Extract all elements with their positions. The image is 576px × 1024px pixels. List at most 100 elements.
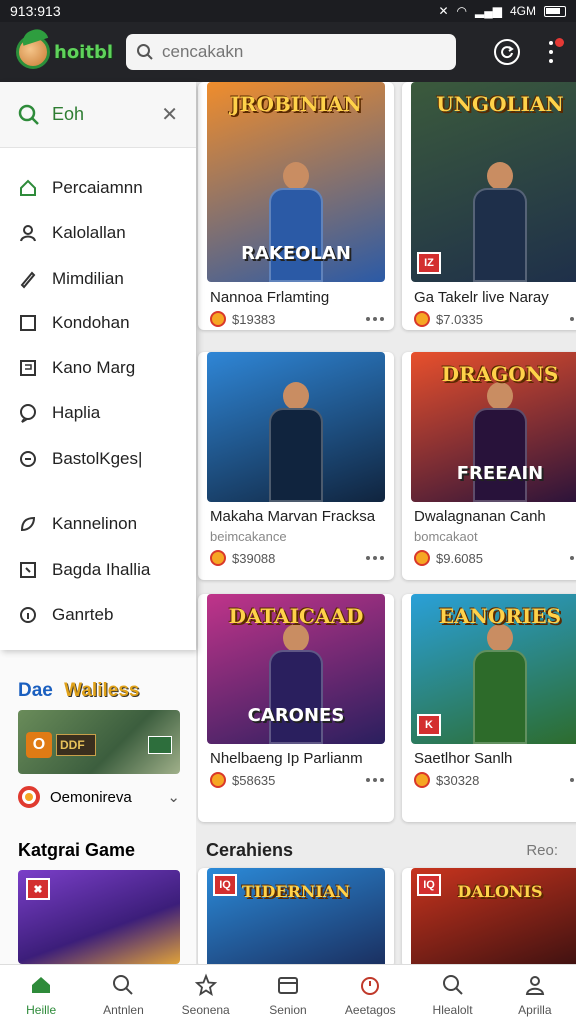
drawer-title: Eoh — [52, 104, 85, 124]
coin-icon — [414, 550, 430, 566]
game-card[interactable]: DATAICAAD CARONES Nhelbaeng Ip Parlianm $58… — [198, 594, 394, 822]
more-options-button[interactable] — [570, 778, 576, 782]
game-price: $9.6085 — [436, 550, 483, 566]
search-bar[interactable] — [126, 34, 456, 70]
more-options-button[interactable] — [366, 556, 388, 560]
logo-text: hoitbl — [54, 41, 114, 63]
battery-icon — [544, 5, 566, 17]
drawer-item[interactable]: Kalolallan — [18, 219, 126, 247]
category-badge-icon: ✖ — [26, 878, 50, 900]
overflow-menu-button[interactable] — [546, 38, 564, 63]
nav-item[interactable]: Senion — [247, 965, 329, 1024]
game-title[interactable]: Nhelbaeng Ip Parlianm — [210, 750, 388, 767]
game-cover-art: TIDERNIAN IQ — [207, 868, 385, 964]
nav-item[interactable]: Seonena — [165, 965, 247, 1024]
nav-item[interactable]: Heille — [0, 965, 82, 1024]
game-cover-art: UNGOLIAN IZ — [411, 82, 576, 282]
card-badge: K — [417, 714, 441, 736]
nav-item[interactable]: Antnlen — [82, 965, 164, 1024]
notification-dot — [555, 38, 564, 47]
top-app-bar: hoitbl — [0, 22, 576, 82]
nav-item-label: Heille — [26, 1002, 57, 1017]
more-options-button[interactable] — [366, 317, 388, 321]
nav-item[interactable]: Hlealolt — [411, 965, 493, 1024]
drawer-item[interactable]: BastolKges| — [18, 445, 142, 473]
section-see-all-link[interactable]: Reo: — [526, 842, 558, 859]
game-title[interactable]: Makaha Marvan Fracksa — [210, 508, 388, 525]
game-card[interactable]: TIDERNIAN IQ — [198, 868, 394, 964]
drawer-item-label: Percaiamnn — [52, 178, 143, 197]
game-price: $30328 — [436, 772, 480, 788]
drawer-item[interactable]: Percaiamnn — [18, 174, 143, 202]
side-drawer: Eoh ✕ Percaiamnn Kalolallan Mimdilian Kondo… — [0, 82, 196, 650]
promo-banner[interactable]: O DDF — [18, 710, 180, 774]
drawer-item[interactable]: Kondohan — [18, 309, 130, 337]
more-options-button[interactable] — [570, 317, 576, 321]
game-title[interactable]: Nannoa Frlamting — [210, 289, 388, 306]
card-badge: IQ — [213, 874, 237, 896]
game-card[interactable]: Makaha Marvan Fracksa beimcakance $39088 — [198, 352, 394, 580]
drawer-item-label: Kondohan — [52, 313, 130, 332]
status-time: 913:913 — [10, 3, 61, 19]
game-card[interactable]: DALONIS IQ — [402, 868, 576, 964]
cover-title: EANORIES — [438, 604, 562, 628]
game-title[interactable]: Saetlhor Sanlh — [414, 750, 576, 767]
drawer-item[interactable]: Mimdilian — [18, 265, 124, 293]
square-icon — [18, 313, 38, 333]
account-selector[interactable]: Oemonireva ⌄ — [18, 786, 180, 808]
user-icon — [18, 223, 38, 243]
game-price: $19383 — [232, 311, 276, 327]
app-root: 913:913 ✕ ◠ ▂▄▆ 4GM hoitbl J — [0, 0, 576, 1024]
account-label: Oemonireva — [50, 788, 132, 806]
network-label: 4GM — [509, 4, 536, 18]
nav-item-label: Senion — [269, 1002, 307, 1017]
search-input[interactable] — [162, 42, 432, 62]
coin-icon — [210, 311, 226, 327]
search-icon — [441, 973, 465, 997]
game-card[interactable]: EANORIES K Saetlhor Sanlh $30328 — [402, 594, 576, 822]
game-title[interactable]: Ga Takelr live Naray — [414, 289, 576, 306]
more-options-button[interactable] — [366, 778, 388, 782]
drawer-item-label: Bagda Ihallia — [52, 560, 151, 579]
drawer-item[interactable]: Ganrteb — [18, 601, 113, 629]
person-icon — [523, 973, 547, 997]
refresh-icon — [501, 46, 514, 59]
game-title[interactable]: Dwalagnanan Canh — [414, 508, 576, 525]
game-card[interactable]: JROBINIAN RAKEOLAN Nannoa Frlamting $19383 — [198, 82, 394, 330]
flag-icon — [18, 358, 38, 378]
nav-item-label: Aprilla — [518, 1002, 552, 1017]
coin-icon — [414, 772, 430, 788]
game-card[interactable]: UNGOLIAN IZ Ga Takelr live Naray $7.0335 — [402, 82, 576, 330]
hero-figure — [465, 382, 535, 502]
category-thumbnail[interactable]: ✖ — [18, 870, 180, 964]
drawer-item[interactable]: Kannelinon — [18, 510, 137, 538]
drawer-item-label: BastolKges| — [52, 449, 143, 468]
more-options-button[interactable] — [570, 556, 576, 560]
refresh-button[interactable] — [494, 39, 520, 65]
hero-figure — [465, 162, 535, 282]
nav-item[interactable]: Aprilla — [494, 965, 576, 1024]
close-icon[interactable]: ✕ — [161, 102, 178, 127]
drawer-item-label: Kano Marg — [52, 358, 136, 377]
promo-label: DDF — [56, 734, 96, 756]
wallet-title-text: Waliless — [64, 680, 140, 701]
cover-subtitle: FREEAIN — [456, 463, 544, 484]
account-icon — [18, 786, 40, 808]
drawer-item[interactable]: Kano Marg — [18, 354, 135, 382]
cover-title: DATAICAAD — [228, 604, 364, 628]
app-logo[interactable]: hoitbl — [16, 30, 126, 74]
category-title: Katgrai Game — [18, 840, 136, 860]
pen-icon — [18, 269, 38, 289]
hero-figure — [465, 624, 535, 744]
info-icon — [18, 605, 38, 625]
status-bar: 913:913 ✕ ◠ ▂▄▆ 4GM — [0, 0, 576, 22]
cover-title: JROBINIAN — [230, 92, 362, 116]
drawer-item[interactable]: Bagda Ihallia — [18, 556, 150, 584]
game-card[interactable]: DRAGONS FREEAIN Dwalagnanan Canh bomcakaot $… — [402, 352, 576, 580]
game-cover-art — [207, 352, 385, 502]
game-cover-art: DALONIS IQ — [411, 868, 576, 964]
drawer-item[interactable]: Haplia — [18, 399, 100, 427]
search-icon — [18, 104, 39, 125]
nav-item[interactable]: Aeetagos — [329, 965, 411, 1024]
nav-item-label: Aeetagos — [344, 1002, 396, 1017]
